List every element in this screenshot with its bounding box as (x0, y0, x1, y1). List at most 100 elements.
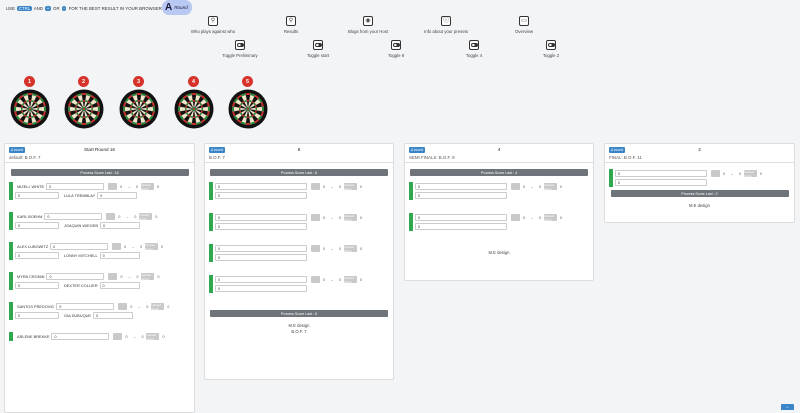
nav-info[interactable]: ⓘ Info about your presets (416, 16, 476, 34)
sub-score-input[interactable]: 0 (15, 252, 59, 259)
process-score-button[interactable]: Process Score Last : 2 (610, 190, 789, 197)
score-input[interactable]: 0 (46, 273, 105, 280)
set-button[interactable] (511, 183, 520, 190)
score-input[interactable]: 0 (99, 222, 140, 229)
upload-score-button[interactable]: Upload Score (146, 333, 160, 341)
nav-who-plays[interactable]: ⚲ Who plays against who (183, 16, 243, 34)
toggle-4[interactable]: Toggle 4 (444, 40, 504, 58)
player-green-tag[interactable] (9, 182, 13, 191)
score-input[interactable]: 0 (56, 303, 115, 310)
upload-score-button[interactable]: Upload Score (141, 183, 155, 191)
upload-score-button[interactable]: Upload Score (139, 213, 153, 221)
player-green-tag[interactable] (609, 178, 613, 187)
set-button[interactable] (311, 276, 320, 283)
score-input[interactable]: 0 (99, 282, 140, 289)
player-green-tag[interactable] (9, 281, 13, 290)
score-input[interactable]: 0 (415, 214, 507, 221)
process-score-button[interactable]: Process Score Last : 8 (210, 169, 388, 176)
set-button[interactable] (112, 243, 122, 250)
player-green-tag[interactable] (409, 222, 413, 231)
player-green-tag[interactable] (209, 284, 213, 293)
score-input[interactable]: 0 (215, 254, 307, 261)
score-input[interactable]: 0 (415, 223, 507, 230)
toggle-2[interactable]: Toggle 2 (521, 40, 581, 58)
score-input[interactable]: 0 (99, 252, 140, 259)
nav-blogs[interactable]: ◉ Blogs from your Host (338, 16, 398, 34)
toggle-preliminary[interactable]: Toggle Preliminary (210, 40, 270, 58)
upload-score-button[interactable]: Upload Score (344, 245, 357, 253)
player-green-tag[interactable] (9, 332, 13, 341)
score-input[interactable]: 0 (615, 170, 707, 177)
upload-score-button[interactable]: Upload Score (145, 243, 159, 251)
score-input[interactable]: 0 (215, 223, 307, 230)
sub-score-input[interactable]: 0 (15, 192, 59, 199)
player-green-tag[interactable] (9, 242, 13, 251)
player-green-tag[interactable] (409, 182, 413, 191)
process-score-button[interactable]: Process Score Last : 4 (410, 169, 588, 176)
upload-score-button[interactable]: Upload Score (344, 214, 357, 222)
player-green-tag[interactable] (209, 182, 213, 191)
set-button[interactable] (711, 170, 720, 177)
upload-score-button[interactable]: Upload Score (544, 214, 557, 222)
set-button[interactable] (108, 273, 118, 280)
upload-score-button[interactable]: Upload Score (344, 183, 357, 191)
player-green-tag[interactable] (9, 251, 13, 260)
sub-score-input[interactable]: 0 (15, 222, 59, 229)
player-green-tag[interactable] (9, 302, 13, 311)
score-input[interactable]: 0 (46, 183, 105, 190)
player-green-tag[interactable] (209, 244, 213, 253)
process-score-button[interactable]: Process Score Last : 16 (10, 169, 189, 176)
score-input[interactable]: 0 (215, 276, 307, 283)
set-button[interactable] (118, 303, 128, 310)
player-green-tag[interactable] (9, 212, 13, 221)
toggle-8[interactable]: Toggle 8 (366, 40, 426, 58)
sub-score-input[interactable]: 0 (15, 312, 59, 319)
score-input[interactable]: 0 (215, 183, 307, 190)
score-input[interactable]: 0 (97, 192, 138, 199)
player-green-tag[interactable] (9, 221, 13, 230)
set-button[interactable] (311, 245, 320, 252)
score-input[interactable]: 0 (50, 243, 109, 250)
upload-score-button[interactable]: Upload Score (141, 273, 155, 281)
player-green-tag[interactable] (9, 191, 13, 200)
player-green-tag[interactable] (209, 253, 213, 262)
set-button[interactable] (106, 213, 116, 220)
set-button[interactable] (511, 214, 520, 221)
score-input[interactable]: 0 (44, 213, 103, 220)
score-input[interactable]: 0 (215, 192, 307, 199)
sub-score-input[interactable]: 0 (15, 282, 59, 289)
player-green-tag[interactable] (9, 311, 13, 320)
set-button[interactable] (311, 214, 320, 221)
player-green-tag[interactable] (209, 213, 213, 222)
player-green-tag[interactable] (209, 191, 213, 200)
upload-score-button[interactable]: Upload Score (344, 276, 357, 284)
upload-score-button[interactable]: Upload Score (544, 183, 557, 191)
score-input[interactable]: 0 (51, 333, 110, 340)
upload-score-button[interactable]: Upload Score (744, 170, 757, 178)
set-button[interactable] (113, 333, 123, 340)
nav-results[interactable]: ⚲ Results (261, 16, 321, 34)
score-input[interactable]: 0 (215, 285, 307, 292)
column-subtitle: default: B.O.F. 7 (9, 155, 41, 160)
toggle-icon (313, 40, 323, 50)
process-score-button-bottom[interactable]: Process Score Last : 8 (210, 310, 388, 317)
set-button[interactable] (311, 183, 320, 190)
player-green-tag[interactable] (409, 213, 413, 222)
player-green-tag[interactable] (209, 222, 213, 231)
player-green-tag[interactable] (409, 191, 413, 200)
upload-score-button[interactable]: Upload Score (151, 303, 165, 311)
round-pill[interactable]: A Round (162, 0, 192, 15)
score-input[interactable]: 0 (215, 214, 307, 221)
score-input[interactable]: 0 (415, 192, 507, 199)
set-button[interactable] (108, 183, 118, 190)
score-input[interactable]: 0 (93, 312, 134, 319)
player-green-tag[interactable] (209, 275, 213, 284)
player-green-tag[interactable] (9, 272, 13, 281)
score-input[interactable]: 0 (615, 179, 707, 186)
player-green-tag[interactable] (609, 169, 613, 178)
nav-overview[interactable]: ▭ Overview (494, 16, 554, 34)
score-input[interactable]: 0 (415, 183, 507, 190)
scroll-top-button[interactable]: ^ (781, 404, 794, 410)
toggle-start[interactable]: Toggle start (288, 40, 348, 58)
score-input[interactable]: 0 (215, 245, 307, 252)
